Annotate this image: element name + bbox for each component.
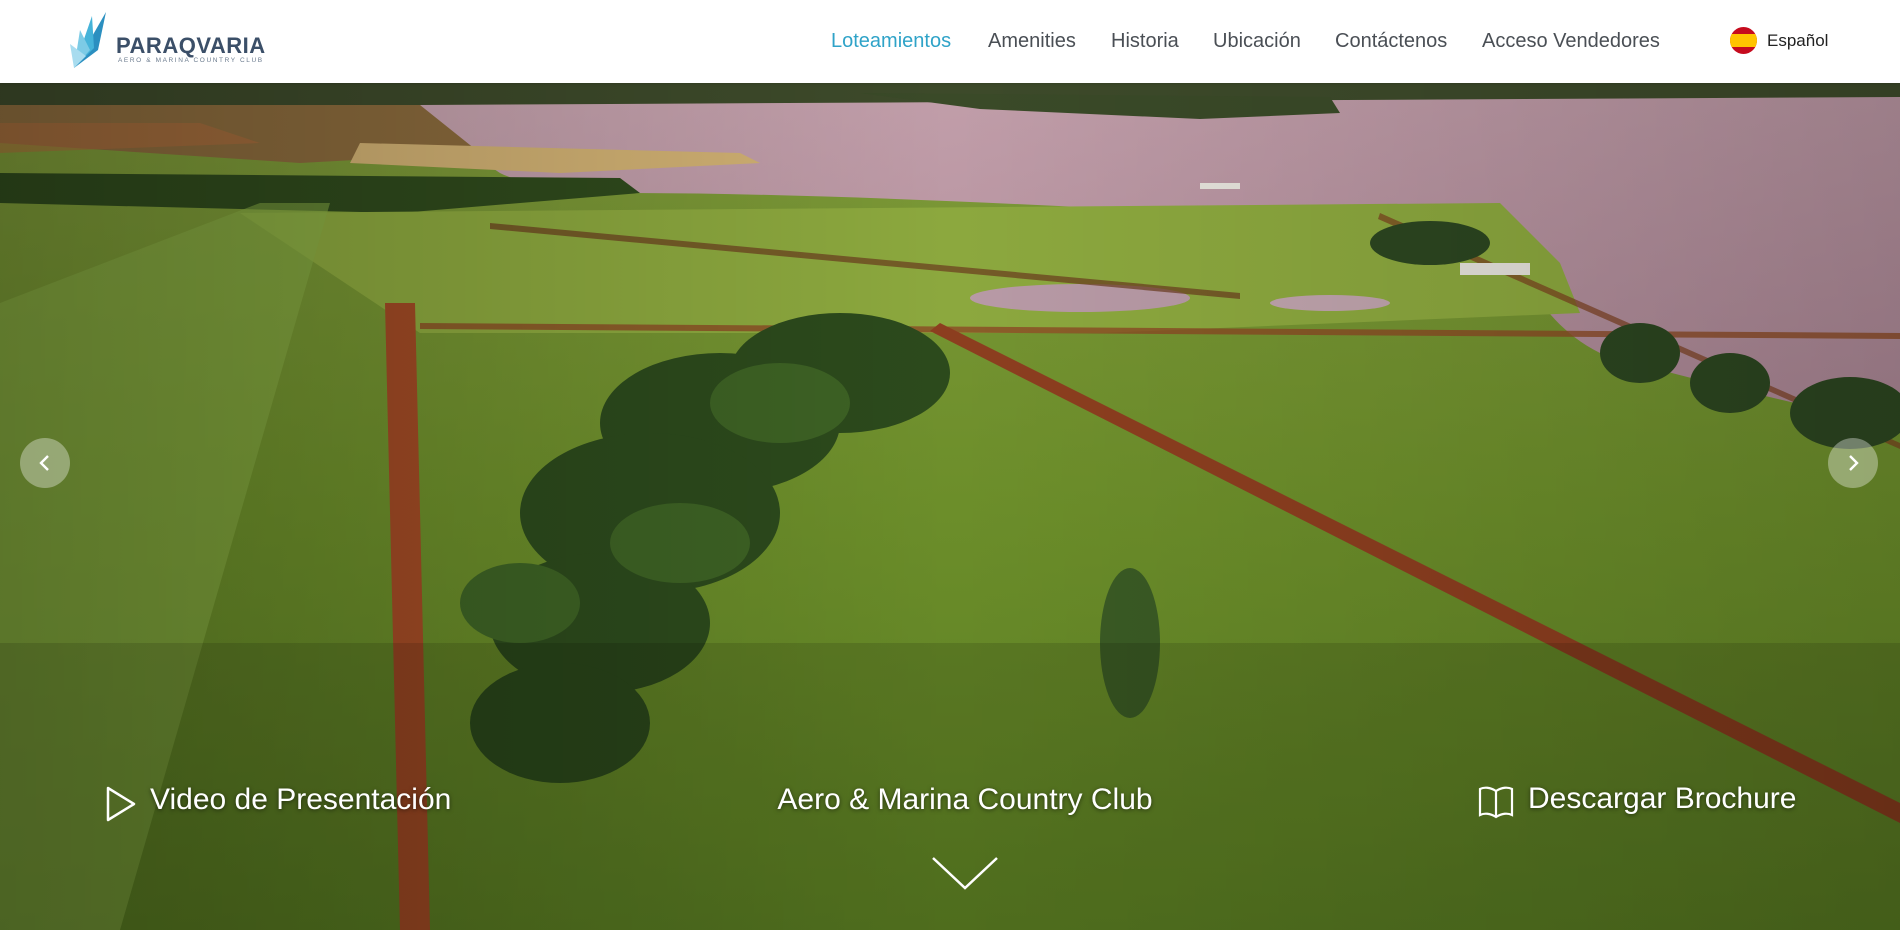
slider-prev-button[interactable] (20, 438, 70, 488)
download-brochure-label: Descargar Brochure (1528, 782, 1797, 815)
chevron-right-icon (1849, 455, 1859, 471)
slider-next-button[interactable] (1828, 438, 1878, 488)
chevron-down-icon (932, 857, 998, 890)
nav-historia[interactable]: Historia (1111, 29, 1179, 53)
book-icon (1478, 786, 1514, 819)
scroll-down-button[interactable] (930, 853, 1000, 893)
language-label: Español (1767, 31, 1829, 50)
nav-ubicacion[interactable]: Ubicación (1213, 29, 1301, 53)
spain-flag-icon (1730, 27, 1757, 54)
main-nav: Loteamientos Amenities Historia Ubicació… (0, 0, 1900, 83)
nav-loteamientos[interactable]: Loteamientos (831, 29, 951, 53)
chevron-left-icon (39, 455, 49, 471)
site-header: PARAQVARIA AERO & MARINA COUNTRY CLUB Lo… (0, 0, 1900, 83)
nav-contactenos[interactable]: Contáctenos (1335, 29, 1447, 53)
hero-slider: Video de Presentación Aero & Marina Coun… (0, 83, 1900, 930)
nav-acceso-vendedores[interactable]: Acceso Vendedores (1482, 29, 1660, 53)
nav-amenities[interactable]: Amenities (988, 29, 1076, 53)
